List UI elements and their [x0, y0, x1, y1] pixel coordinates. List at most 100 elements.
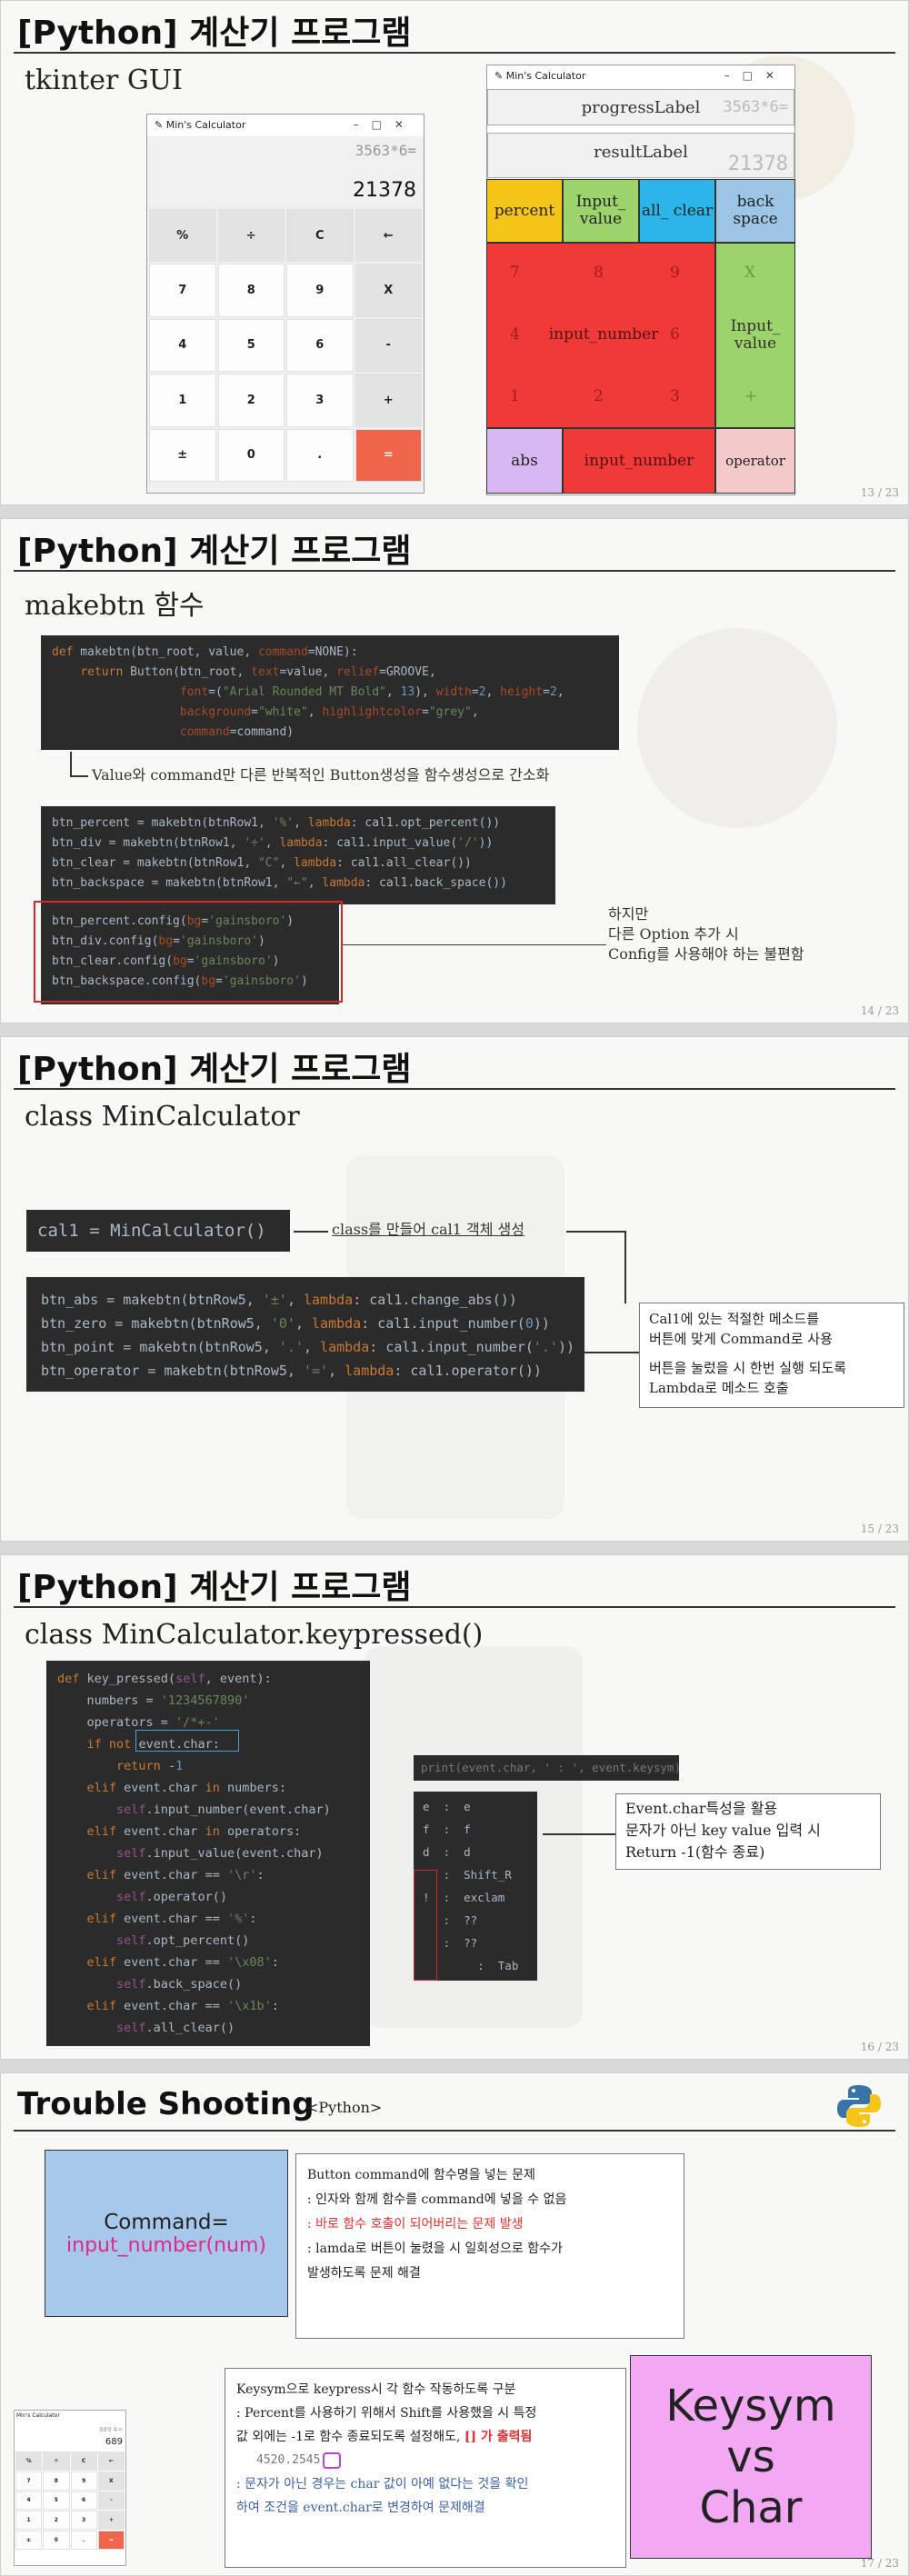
config-note: 하지만 다른 Option 추가 시 Config를 사용해야 하는 불편함	[608, 904, 804, 964]
command-label: Command=	[104, 2210, 229, 2234]
key-14[interactable]: 3	[286, 374, 354, 427]
key-10[interactable]: 6	[70, 2491, 97, 2511]
connector-line	[70, 775, 88, 777]
key-6[interactable]: 9	[70, 2471, 97, 2491]
output-line: f : f	[423, 1822, 471, 1836]
code-line: def makebtn(btn_root, value, command=NON…	[52, 645, 358, 659]
command-value: input_number(num)	[66, 2233, 266, 2257]
title-rule	[14, 1606, 895, 1608]
deco-clock	[637, 628, 837, 828]
key-8[interactable]: 4	[15, 2491, 43, 2511]
code-line: self.back_space()	[116, 1977, 243, 1992]
num-3: 3	[670, 387, 680, 405]
note-spacer	[649, 1349, 894, 1358]
note-line-blue: 하여 조건을 event.char로 변경하여 문제해결	[236, 2501, 485, 2515]
slide-subtitle: class MinCalculator.keypressed()	[25, 1619, 484, 1651]
code-line: btn_abs = makebtn(btnRow5, '±', lambda: …	[41, 1292, 517, 1308]
key-17[interactable]: 0	[43, 2531, 70, 2550]
key-1[interactable]: ÷	[43, 2451, 70, 2471]
num-6: 6	[670, 325, 680, 344]
slide-title: [Python] 계산기 프로그램	[17, 15, 412, 52]
mini-keypad: % ÷ C ← 7 8 9 X 4 5 6- 1 2 3 + ±0. =	[15, 2451, 125, 2551]
key-19[interactable]: =	[97, 2531, 125, 2550]
language-tag: <Python>	[306, 2099, 383, 2116]
key-12[interactable]: 1	[15, 2511, 43, 2531]
num-8: 8	[594, 264, 604, 282]
key-5[interactable]: 8	[43, 2471, 70, 2491]
key-11[interactable]: -	[97, 2491, 125, 2511]
key-16[interactable]: ±	[15, 2531, 43, 2550]
highlight-box	[414, 1870, 437, 1981]
object-note: class를 만들어 cal1 객체 생성	[332, 1221, 524, 1238]
key-13[interactable]: 2	[43, 2511, 70, 2531]
output-sample: 4520.2545	[236, 2449, 614, 2472]
connector-line	[343, 944, 606, 945]
output-line: ! : exclam	[423, 1891, 505, 1904]
keypressed-code: def key_pressed(self, event): numbers = …	[46, 1661, 370, 2046]
key-19[interactable]: =	[355, 428, 422, 482]
connector-line	[624, 1231, 626, 1303]
code-line: self.all_clear()	[116, 2021, 235, 2035]
key-3[interactable]: ←	[355, 209, 422, 263]
window-controls[interactable]: –□✕	[354, 118, 416, 131]
key-6[interactable]: 9	[286, 264, 354, 317]
output-line: : ??	[423, 1936, 478, 1950]
slide-class: [Python] 계산기 프로그램 class MinCalculator ca…	[0, 1036, 909, 1542]
key-2[interactable]: C	[70, 2451, 97, 2471]
key-7[interactable]: X	[97, 2471, 125, 2491]
key-18[interactable]: .	[286, 428, 354, 482]
output-line: : ??	[423, 1913, 478, 1927]
note-line: Cal1에 있는 적절한 메소드를	[649, 1311, 820, 1327]
command-box: Command= input_number(num)	[45, 2150, 288, 2317]
method-note-box: Cal1에 있는 적절한 메소드를 버튼에 맞게 Command로 사용 버튼을…	[639, 1303, 904, 1408]
note-line: : lamda로 버튼이 눌렸을 시 일회성으로 함수가	[307, 2242, 563, 2256]
key-7[interactable]: X	[355, 264, 422, 317]
code-line: self.input_number(event.char)	[116, 1802, 331, 1817]
key-10[interactable]: 6	[286, 318, 354, 373]
key-2[interactable]: C	[286, 209, 354, 263]
title-rule	[14, 2130, 895, 2132]
window-title: Min's Calculator	[165, 119, 246, 131]
key-4[interactable]: 7	[149, 264, 216, 317]
note-line: 값 외에는 -1로 함수 종료되도록 설정해도, [] 가 출력됨	[236, 2425, 614, 2449]
key-14[interactable]: 3	[70, 2511, 97, 2531]
window-title: Min's Calculator	[505, 70, 586, 82]
key-12[interactable]: 1	[149, 374, 216, 427]
slide-keypressed: [Python] 계산기 프로그램 class MinCalculator.ke…	[0, 1554, 909, 2060]
key-0[interactable]: %	[15, 2451, 43, 2471]
output-line: e : e	[423, 1800, 471, 1813]
percent-cell: percent	[486, 179, 563, 243]
key-5[interactable]: 8	[217, 264, 285, 317]
key-18[interactable]: .	[70, 2531, 97, 2550]
code-line: command=command)	[179, 725, 295, 739]
key-13[interactable]: 2	[217, 374, 285, 427]
key-16[interactable]: ±	[149, 428, 216, 482]
code-line: btn_div = makebtn(btnRow1, '÷', lambda: …	[52, 836, 494, 850]
key-0[interactable]: %	[149, 209, 216, 263]
window-controls[interactable]: –□✕	[724, 69, 787, 82]
key-11[interactable]: -	[355, 318, 422, 373]
key-17[interactable]: 0	[217, 428, 285, 482]
code-line: self.input_value(event.char)	[116, 1846, 324, 1861]
code-line: elif event.char == '%':	[86, 1912, 257, 1926]
key-15[interactable]: +	[355, 374, 422, 427]
connector-line	[566, 1231, 626, 1233]
key-8[interactable]: 4	[149, 318, 216, 373]
key-15[interactable]: +	[97, 2511, 125, 2531]
key-3[interactable]: ←	[97, 2451, 125, 2471]
python-logo-icon	[835, 2082, 883, 2130]
page-number: 13 / 23	[860, 486, 899, 499]
makebtn-note: Value와 command만 다른 반복적인 Button생성을 함수생성으로…	[92, 766, 550, 784]
key-9[interactable]: 5	[43, 2491, 70, 2511]
connector-line	[543, 1833, 615, 1835]
key-1[interactable]: ÷	[217, 209, 285, 263]
key-4[interactable]: 7	[15, 2471, 43, 2491]
input-number-label: input_number	[548, 325, 659, 344]
input-number-row-cell: input_number	[563, 428, 715, 494]
note-red: [] 가 출력됨	[464, 2430, 533, 2444]
operator-cell: operator	[715, 428, 795, 494]
note-line: 하지만	[608, 905, 649, 923]
key-9[interactable]: 5	[217, 318, 285, 373]
slide-title: Trouble Shooting	[17, 2086, 315, 2122]
note-line-blue: : 문자가 아닌 경우는 char 값이 아예 없다는 것을 확인	[236, 2477, 529, 2491]
